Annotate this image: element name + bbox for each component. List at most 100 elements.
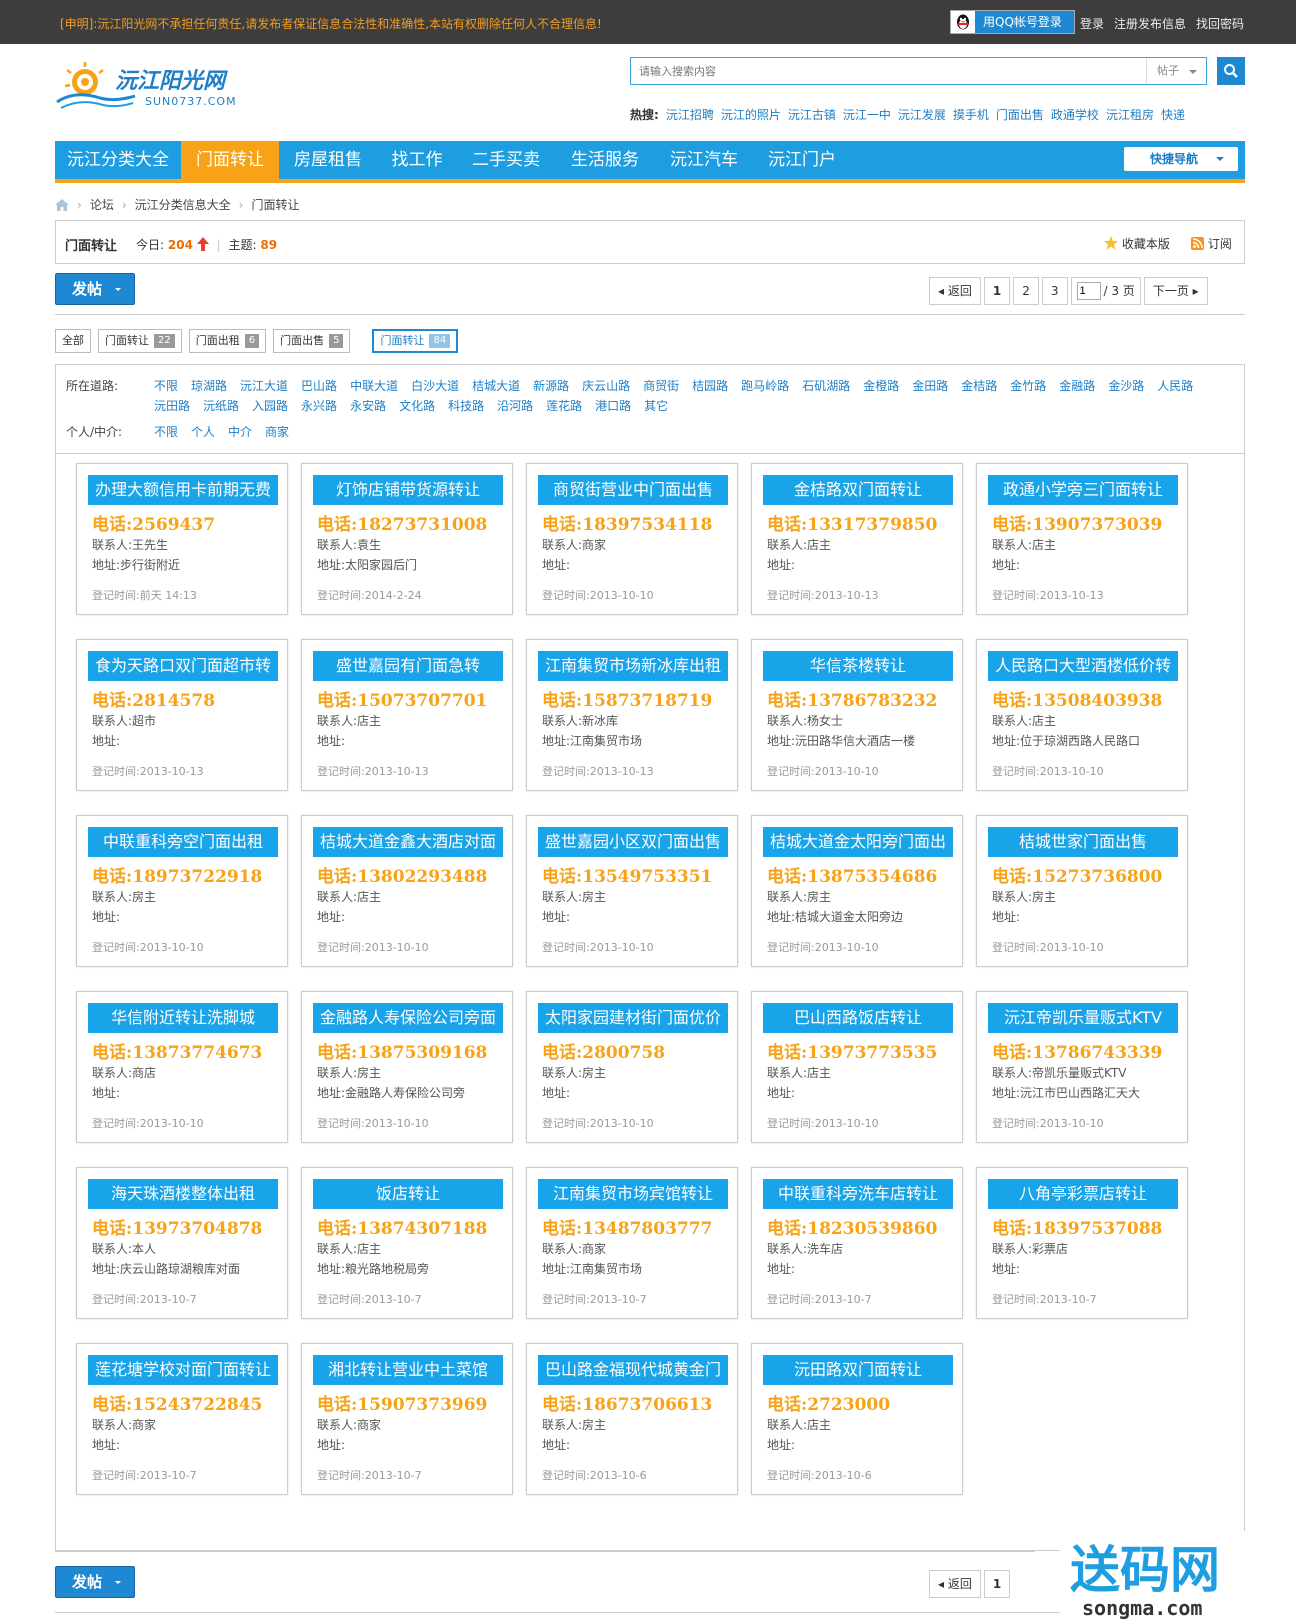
listing-card[interactable]: 桔城大道金鑫大酒店对面 电话:13802293488 联系人:店主 地址: 登记时间:2… <box>301 815 513 967</box>
register-link[interactable]: 注册发布信息 <box>1114 15 1186 32</box>
road-filter-option[interactable]: 桔城大道 <box>472 377 520 394</box>
nav-item-life-service[interactable]: 生活服务 <box>555 141 655 179</box>
pager-next-button[interactable]: 下一页 ▸ <box>1143 277 1208 305</box>
subscribe-button[interactable]: 订阅 <box>1191 235 1232 252</box>
road-filter-option[interactable]: 不限 <box>154 377 178 394</box>
tab-all[interactable]: 全部 <box>55 329 91 353</box>
road-filter-option[interactable]: 莲花路 <box>546 397 582 414</box>
breadcrumb-forum[interactable]: 论坛 <box>90 196 114 213</box>
road-filter-option[interactable]: 白沙大道 <box>411 377 459 394</box>
listing-title[interactable]: 八角亭彩票店转让 <box>988 1179 1178 1209</box>
listing-card[interactable]: 政通小学旁三门面转让 电话:13907373039 联系人:店主 地址: 登记时间:20… <box>976 463 1188 615</box>
nav-item-housing[interactable]: 房屋租售 <box>279 141 377 179</box>
search-button[interactable] <box>1217 57 1245 85</box>
listing-card[interactable]: 沅田路双门面转让 电话:2723000 联系人:店主 地址: 登记时间:2013-10-… <box>751 1343 963 1495</box>
road-filter-option[interactable]: 金沙路 <box>1108 377 1144 394</box>
listing-title[interactable]: 江南集贸市场宾馆转让 <box>538 1179 728 1209</box>
listing-card[interactable]: 华信茶楼转让 电话:13786783232 联系人:杨女士 地址:沅田路华信大酒店一楼… <box>751 639 963 791</box>
road-filter-option[interactable]: 巴山路 <box>301 377 337 394</box>
road-filter-option[interactable]: 桔园路 <box>692 377 728 394</box>
hot-search-item[interactable]: 沅江招聘 <box>666 106 714 123</box>
road-filter-option[interactable]: 沿河路 <box>497 397 533 414</box>
listing-card[interactable]: 灯饰店铺带货源转让 电话:18273731008 联系人:袁生 地址:太阳家园后门 登记… <box>301 463 513 615</box>
listing-title[interactable]: 盛世嘉园有门面急转 <box>313 651 503 681</box>
listing-title[interactable]: 巴山西路饭店转让 <box>763 1003 953 1033</box>
nav-item-cars[interactable]: 沅江汽车 <box>655 141 753 179</box>
nav-item-category[interactable]: 沅江分类大全 <box>55 141 181 179</box>
listing-title[interactable]: 华信茶楼转让 <box>763 651 953 681</box>
road-filter-option[interactable]: 金桔路 <box>961 377 997 394</box>
road-filter-option[interactable]: 新源路 <box>533 377 569 394</box>
road-filter-option[interactable]: 科技路 <box>448 397 484 414</box>
tab-sale[interactable]: 门面出售 5 <box>273 329 351 353</box>
listing-title[interactable]: 江南集贸市场新冰库出租 <box>538 651 728 681</box>
road-filter-option[interactable]: 人民路 <box>1157 377 1193 394</box>
listing-card[interactable]: 盛世嘉园小区双门面出售 电话:13549753351 联系人:房主 地址: 登记时间:2… <box>526 815 738 967</box>
listing-card[interactable]: 江南集贸市场新冰库出租 电话:15873718719 联系人:新冰库 地址:江南集贸市… <box>526 639 738 791</box>
listing-title[interactable]: 莲花塘学校对面门面转让 <box>88 1355 278 1385</box>
listing-card[interactable]: 巴山路金福现代城黄金门 电话:18673706613 联系人:房主 地址: 登记时间:2… <box>526 1343 738 1495</box>
road-filter-option[interactable]: 中联大道 <box>350 377 398 394</box>
road-filter-option[interactable]: 文化路 <box>399 397 435 414</box>
favorite-button[interactable]: 收藏本版 <box>1104 235 1170 252</box>
listing-title[interactable]: 湘北转让营业中土菜馆 <box>313 1355 503 1385</box>
hot-search-item[interactable]: 门面出售 <box>996 106 1044 123</box>
listing-title[interactable]: 中联重科旁洗车店转让 <box>763 1179 953 1209</box>
pager-page-1-bottom[interactable]: 1 <box>983 1570 1011 1598</box>
listing-card[interactable]: 莲花塘学校对面门面转让 电话:15243722845 联系人:商家 地址: 登记时间:2… <box>76 1343 288 1495</box>
listing-card[interactable]: 金融路人寿保险公司旁面 电话:13875309168 联系人:房主 地址:金融路人寿保… <box>301 991 513 1143</box>
listing-card[interactable]: 八角亭彩票店转让 电话:18397537088 联系人:彩票店 地址: 登记时间:201… <box>976 1167 1188 1319</box>
listing-card[interactable]: 桔城大道金太阳旁门面出 电话:13875354686 联系人:房主 地址:桔城大道金太… <box>751 815 963 967</box>
road-filter-option[interactable]: 琼湖路 <box>191 377 227 394</box>
listing-card[interactable]: 食为天路口双门面超市转 电话:2814578 联系人:超市 地址: 登记时间:2013-… <box>76 639 288 791</box>
hot-search-item[interactable]: 沅江租房 <box>1106 106 1154 123</box>
listing-title[interactable]: 盛世嘉园小区双门面出售 <box>538 827 728 857</box>
pager-back-button-bottom[interactable]: ◂ 返回 <box>929 1570 981 1598</box>
recover-password-link[interactable]: 找回密码 <box>1196 15 1244 32</box>
listing-title[interactable]: 中联重科旁空门面出租 <box>88 827 278 857</box>
new-post-button[interactable]: 发帖 <box>55 273 135 305</box>
hot-search-item[interactable]: 沅江的照片 <box>721 106 781 123</box>
pager-page-2[interactable]: 2 <box>1013 277 1039 305</box>
listing-card[interactable]: 人民路口大型酒楼低价转 电话:13508403938 联系人:店主 地址:位于琼湖西路… <box>976 639 1188 791</box>
hot-search-item[interactable]: 摸手机 <box>953 106 989 123</box>
site-logo[interactable]: 沅江阳光网 SUN0737.COM <box>55 60 265 120</box>
pager-page-input[interactable] <box>1076 282 1101 300</box>
who-filter-option[interactable]: 个人 <box>191 423 215 440</box>
listing-title[interactable]: 办理大额信用卡前期无费 <box>88 475 278 505</box>
listing-card[interactable]: 商贸街营业中门面出售 电话:18397534118 联系人:商家 地址: 登记时间:20… <box>526 463 738 615</box>
hot-search-item[interactable]: 沅江发展 <box>898 106 946 123</box>
listing-card[interactable]: 巴山西路饭店转让 电话:13973773535 联系人:店主 地址: 登记时间:2013… <box>751 991 963 1143</box>
hot-search-item[interactable]: 政通学校 <box>1051 106 1099 123</box>
qq-login-button[interactable]: 用QQ帐号登录 <box>950 10 1075 34</box>
road-filter-option[interactable]: 入园路 <box>252 397 288 414</box>
road-filter-option[interactable]: 金竹路 <box>1010 377 1046 394</box>
listing-title[interactable]: 桔城大道金太阳旁门面出 <box>763 827 953 857</box>
listing-card[interactable]: 江南集贸市场宾馆转让 电话:13487803777 联系人:商家 地址:江南集贸市场登… <box>526 1167 738 1319</box>
breadcrumb-category[interactable]: 沅江分类信息大全 <box>135 196 231 213</box>
road-filter-option[interactable]: 其它 <box>644 397 668 414</box>
road-filter-option[interactable]: 沅田路 <box>154 397 190 414</box>
road-filter-option[interactable]: 港口路 <box>595 397 631 414</box>
nav-item-portal[interactable]: 沅江门户 <box>753 141 851 179</box>
road-filter-option[interactable]: 商贸街 <box>643 377 679 394</box>
listing-card[interactable]: 中联重科旁空门面出租 电话:18973722918 联系人:房主 地址: 登记时间:20… <box>76 815 288 967</box>
listing-title[interactable]: 商贸街营业中门面出售 <box>538 475 728 505</box>
listing-card[interactable]: 中联重科旁洗车店转让 电话:18230539860 联系人:洗车店 地址: 登记时间:2… <box>751 1167 963 1319</box>
listing-card[interactable]: 饭店转让 电话:13874307188 联系人:店主 地址:粮光路地税局旁 登记时间:2… <box>301 1167 513 1319</box>
tab-transfer[interactable]: 门面转让 22 <box>98 329 182 353</box>
search-type-select[interactable]: 帖子 <box>1146 58 1206 84</box>
listing-title[interactable]: 沅田路双门面转让 <box>763 1355 953 1385</box>
listing-card[interactable]: 沅江帝凯乐量贩式KTV 电话:13786743339 联系人:帝凯乐量贩式KTV 地址… <box>976 991 1188 1143</box>
tab-current-forum[interactable]: 门面转让 84 <box>372 329 459 353</box>
listing-card[interactable]: 桔城世家门面出售 电话:15273736800 联系人:房主 地址: 登记时间:2013… <box>976 815 1188 967</box>
listing-card[interactable]: 太阳家园建材街门面优价 电话:2800758 联系人:房主 地址: 登记时间:2013-… <box>526 991 738 1143</box>
search-input[interactable] <box>631 58 1146 84</box>
road-filter-option[interactable]: 沅江大道 <box>240 377 288 394</box>
pager-page-1[interactable]: 1 <box>983 277 1011 305</box>
listing-title[interactable]: 桔城世家门面出售 <box>988 827 1178 857</box>
road-filter-option[interactable]: 石矶湖路 <box>802 377 850 394</box>
who-filter-option[interactable]: 中介 <box>228 423 252 440</box>
listing-title[interactable]: 饭店转让 <box>313 1179 503 1209</box>
listing-title[interactable]: 桔城大道金鑫大酒店对面 <box>313 827 503 857</box>
